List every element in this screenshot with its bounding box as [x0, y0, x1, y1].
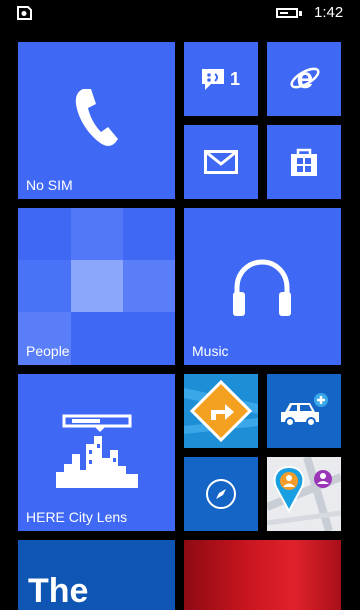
- headphones-icon: [233, 259, 291, 316]
- drive-arrow-icon: [184, 379, 258, 443]
- news-headline: The: [28, 572, 89, 610]
- city-lens-icon: [56, 414, 138, 488]
- tile-label: HERE City Lens: [26, 509, 128, 525]
- store-icon: [291, 148, 317, 176]
- tile-store[interactable]: [267, 125, 341, 199]
- car-add-icon: [281, 393, 328, 427]
- tile-here-city-lens[interactable]: HERE City Lens: [18, 374, 175, 531]
- people-mosaic-cell: [71, 208, 123, 260]
- tile-here-drive[interactable]: [184, 374, 258, 448]
- phone-icon: [75, 89, 118, 146]
- svg-text:e: e: [297, 62, 314, 94]
- compass-icon: [206, 479, 236, 509]
- tile-people[interactable]: People: [18, 208, 175, 365]
- tile-label: Music: [192, 343, 229, 359]
- internet-explorer-icon: e: [290, 62, 320, 94]
- people-mosaic-cell: [71, 260, 123, 312]
- chat-bubble-icon: [202, 69, 224, 90]
- status-bar: 1:42: [0, 0, 360, 26]
- map-pin-icon: [267, 457, 341, 531]
- battery-level: [280, 12, 288, 14]
- signal-status-icon: [17, 6, 32, 20]
- tile-internet-explorer[interactable]: e: [267, 42, 341, 116]
- battery-nub: [299, 11, 302, 16]
- tile-label: People: [26, 343, 70, 359]
- tile-label: No SIM: [26, 177, 73, 193]
- mail-icon: [204, 150, 238, 174]
- tile-here-maps[interactable]: [267, 457, 341, 531]
- people-mosaic-cell: [18, 260, 71, 312]
- battery-icon: [276, 8, 298, 18]
- tile-compass[interactable]: [184, 457, 258, 531]
- tile-music[interactable]: Music: [184, 208, 341, 365]
- tile-car-app[interactable]: [267, 374, 341, 448]
- tile-phone[interactable]: No SIM: [18, 42, 175, 199]
- clock: 1:42: [314, 4, 344, 21]
- people-mosaic-cell: [123, 260, 175, 312]
- tile-mail[interactable]: [184, 125, 258, 199]
- tile-messaging[interactable]: 1: [184, 42, 258, 116]
- message-count: 1: [230, 69, 241, 89]
